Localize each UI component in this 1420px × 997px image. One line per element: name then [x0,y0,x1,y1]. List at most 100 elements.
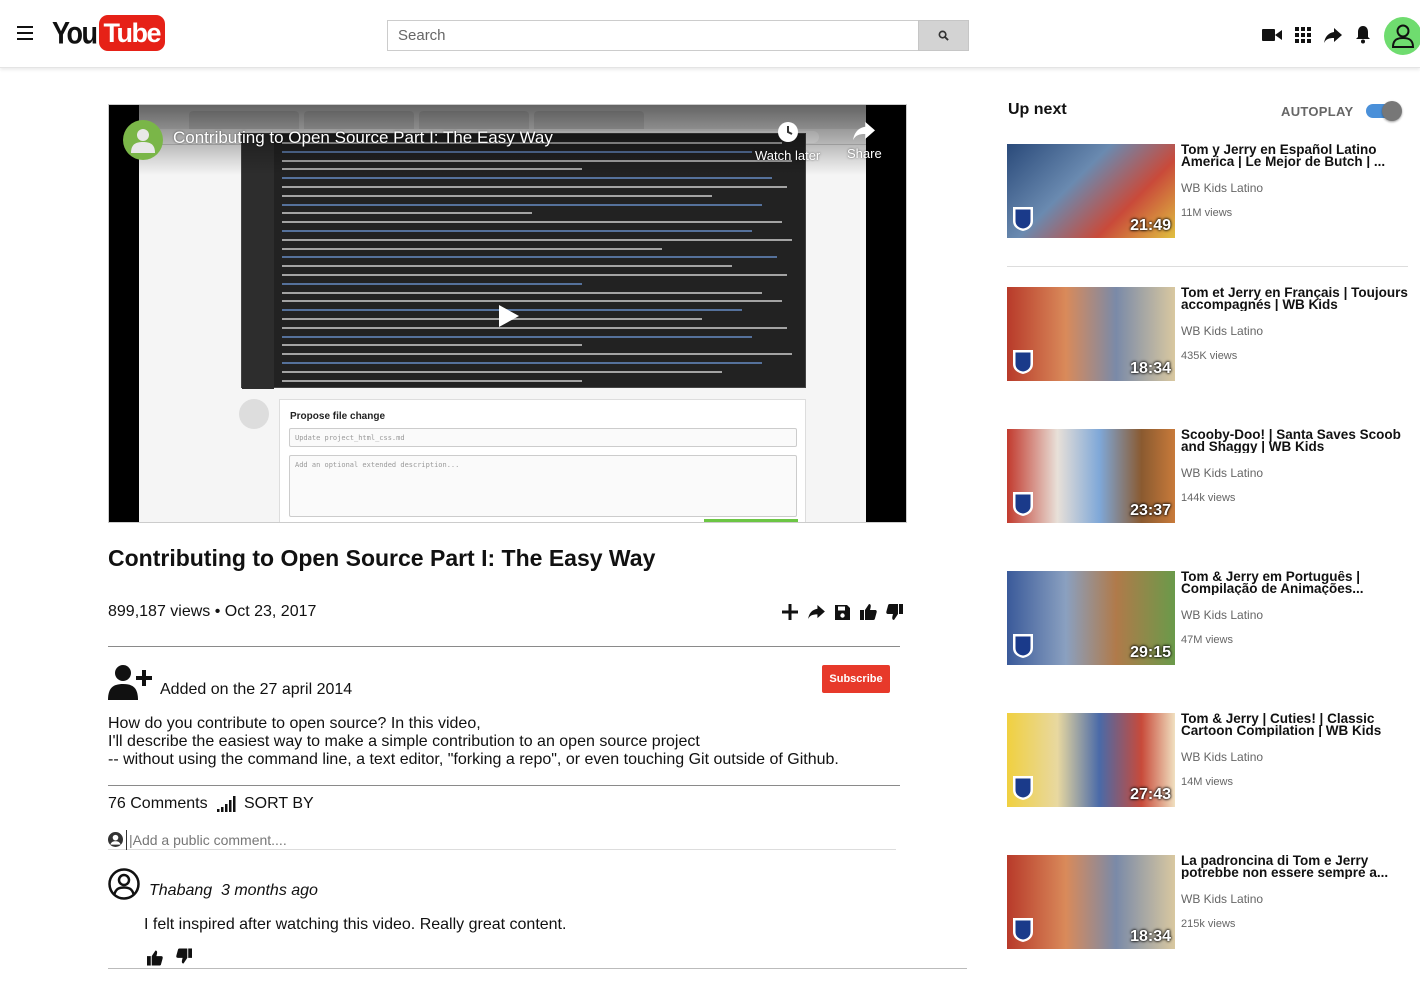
user-icon [131,129,155,153]
add-user-icon[interactable] [108,664,152,700]
player-overlay-title[interactable]: Contributing to Open Source Part I: The … [173,128,553,148]
video-duration: 29:15 [1130,644,1171,661]
video-thumbnail[interactable]: 21:49 [1007,144,1175,238]
comment-thumbs-down-icon[interactable] [176,948,192,964]
watch-later-label: Watch later [755,148,821,163]
search-button[interactable] [918,20,969,51]
recommended-video[interactable]: 21:49 Tom y Jerry en Español Latino Amer… [1007,144,1417,240]
view-count: 435K views [1181,350,1238,362]
wb-logo-icon [1013,634,1033,658]
channel-avatar[interactable] [123,120,163,160]
video-duration: 18:34 [1130,928,1171,945]
menu-icon[interactable] [17,26,33,40]
recommended-video[interactable]: 18:34 La padroncina di Tom e Jerry potre… [1007,855,1417,951]
play-icon[interactable] [497,305,519,327]
comment-thumbs-up-icon[interactable] [147,950,163,966]
account-icon [1392,24,1414,48]
subscribe-button[interactable]: Subscribe [822,665,890,693]
view-count: 14M views [1181,776,1233,788]
top-header: You Tube [0,0,1420,68]
recommended-video[interactable]: 18:34 Tom et Jerry en Français | Toujour… [1007,287,1417,383]
video-title[interactable]: Scooby-Doo! | Santa Saves Scoob and Shag… [1181,429,1413,453]
video-actions [781,603,903,621]
code-line [282,344,582,347]
code-line [282,318,702,320]
video-thumbnail[interactable]: 27:43 [1007,713,1175,807]
code-line [282,370,722,373]
code-line [282,335,752,338]
code-line [282,203,762,206]
code-line [282,353,792,356]
code-line [282,256,777,259]
commenter-avatar-icon [108,868,140,900]
description-line: -- without using the command line, a tex… [108,751,839,768]
search-input[interactable] [387,20,919,51]
search-icon [938,30,949,41]
wb-logo-icon [1013,492,1033,516]
recommended-video[interactable]: 23:37 Scooby-Doo! | Santa Saves Scoob an… [1007,429,1417,525]
code-line [282,291,762,294]
video-title[interactable]: Tom & Jerry em Português | Compilação de… [1181,571,1413,595]
channel-name[interactable]: WB Kids Latino [1181,608,1263,622]
channel-name[interactable]: WB Kids Latino [1181,181,1263,195]
code-line [282,274,787,276]
video-duration: 23:37 [1130,502,1171,519]
code-line [282,230,752,232]
video-title[interactable]: La padroncina di Tom e Jerry potrebbe no… [1181,855,1413,879]
bell-icon[interactable] [1353,25,1373,45]
view-count: 215k views [1181,918,1236,930]
video-title[interactable]: Tom et Jerry en Français | Toujours acco… [1181,287,1413,311]
logo-you-text: You [52,15,98,50]
channel-name[interactable]: WB Kids Latino [1181,466,1263,480]
logo-tube-text: Tube [98,15,165,51]
video-title[interactable]: Tom & Jerry | Cuties! | Classic Cartoon … [1181,713,1413,737]
watch-later-button[interactable]: Watch later [755,121,820,163]
divider [1007,266,1408,267]
sort-icon[interactable] [217,796,237,812]
comment-input-wrap [108,830,896,850]
video-thumbnail[interactable]: 29:15 [1007,571,1175,665]
comments-count: 76 Comments [108,795,208,812]
description-line: How do you contribute to open source? In… [108,715,481,732]
player-share-button[interactable]: Share [847,121,882,161]
comment-input[interactable] [126,830,886,850]
octocat-avatar [239,399,269,429]
wb-logo-icon [1013,776,1033,800]
share-icon[interactable] [1323,25,1343,45]
code-line [282,265,732,268]
code-line [282,221,782,224]
propose-input: Update project_html_css.md [289,428,797,447]
apps-grid-icon[interactable] [1293,25,1313,45]
video-thumbnail[interactable]: 23:37 [1007,429,1175,523]
youtube-logo[interactable]: You Tube [52,15,165,51]
code-line [282,362,762,364]
channel-name[interactable]: WB Kids Latino [1181,892,1263,906]
video-thumbnail[interactable]: 18:34 [1007,855,1175,949]
autoplay-toggle[interactable] [1366,101,1402,121]
video-duration: 27:43 [1130,786,1171,803]
sort-by-button[interactable]: SORT BY [244,795,314,813]
comment-author[interactable]: Thabang [149,882,212,900]
video-title[interactable]: Tom y Jerry en Español Latino America | … [1181,144,1413,168]
recommended-video[interactable]: 27:43 Tom & Jerry | Cuties! | Classic Ca… [1007,713,1417,809]
description-line: I'll describe the easiest way to make a … [108,733,700,750]
code-line [282,212,532,215]
video-thumbnail[interactable]: 18:34 [1007,287,1175,381]
thumbs-down-icon[interactable] [885,603,903,621]
code-line [282,186,787,188]
code-line [282,177,772,180]
channel-name[interactable]: WB Kids Latino [1181,324,1263,338]
thumbs-up-icon[interactable] [859,603,877,621]
propose-submit [704,519,798,522]
recommended-video[interactable]: 29:15 Tom & Jerry em Português | Compila… [1007,571,1417,667]
account-avatar[interactable] [1384,17,1420,55]
video-camera-icon[interactable] [1262,25,1282,45]
views-and-date: 899,187 views • Oct 23, 2017 [108,603,317,620]
share-icon[interactable] [807,603,825,621]
video-duration: 21:49 [1130,217,1171,234]
channel-name[interactable]: WB Kids Latino [1181,750,1263,764]
add-to-playlist-icon[interactable] [781,603,799,621]
save-icon[interactable] [833,603,851,621]
divider [108,785,900,786]
video-player[interactable]: Propose file change Update project_html_… [108,104,907,523]
